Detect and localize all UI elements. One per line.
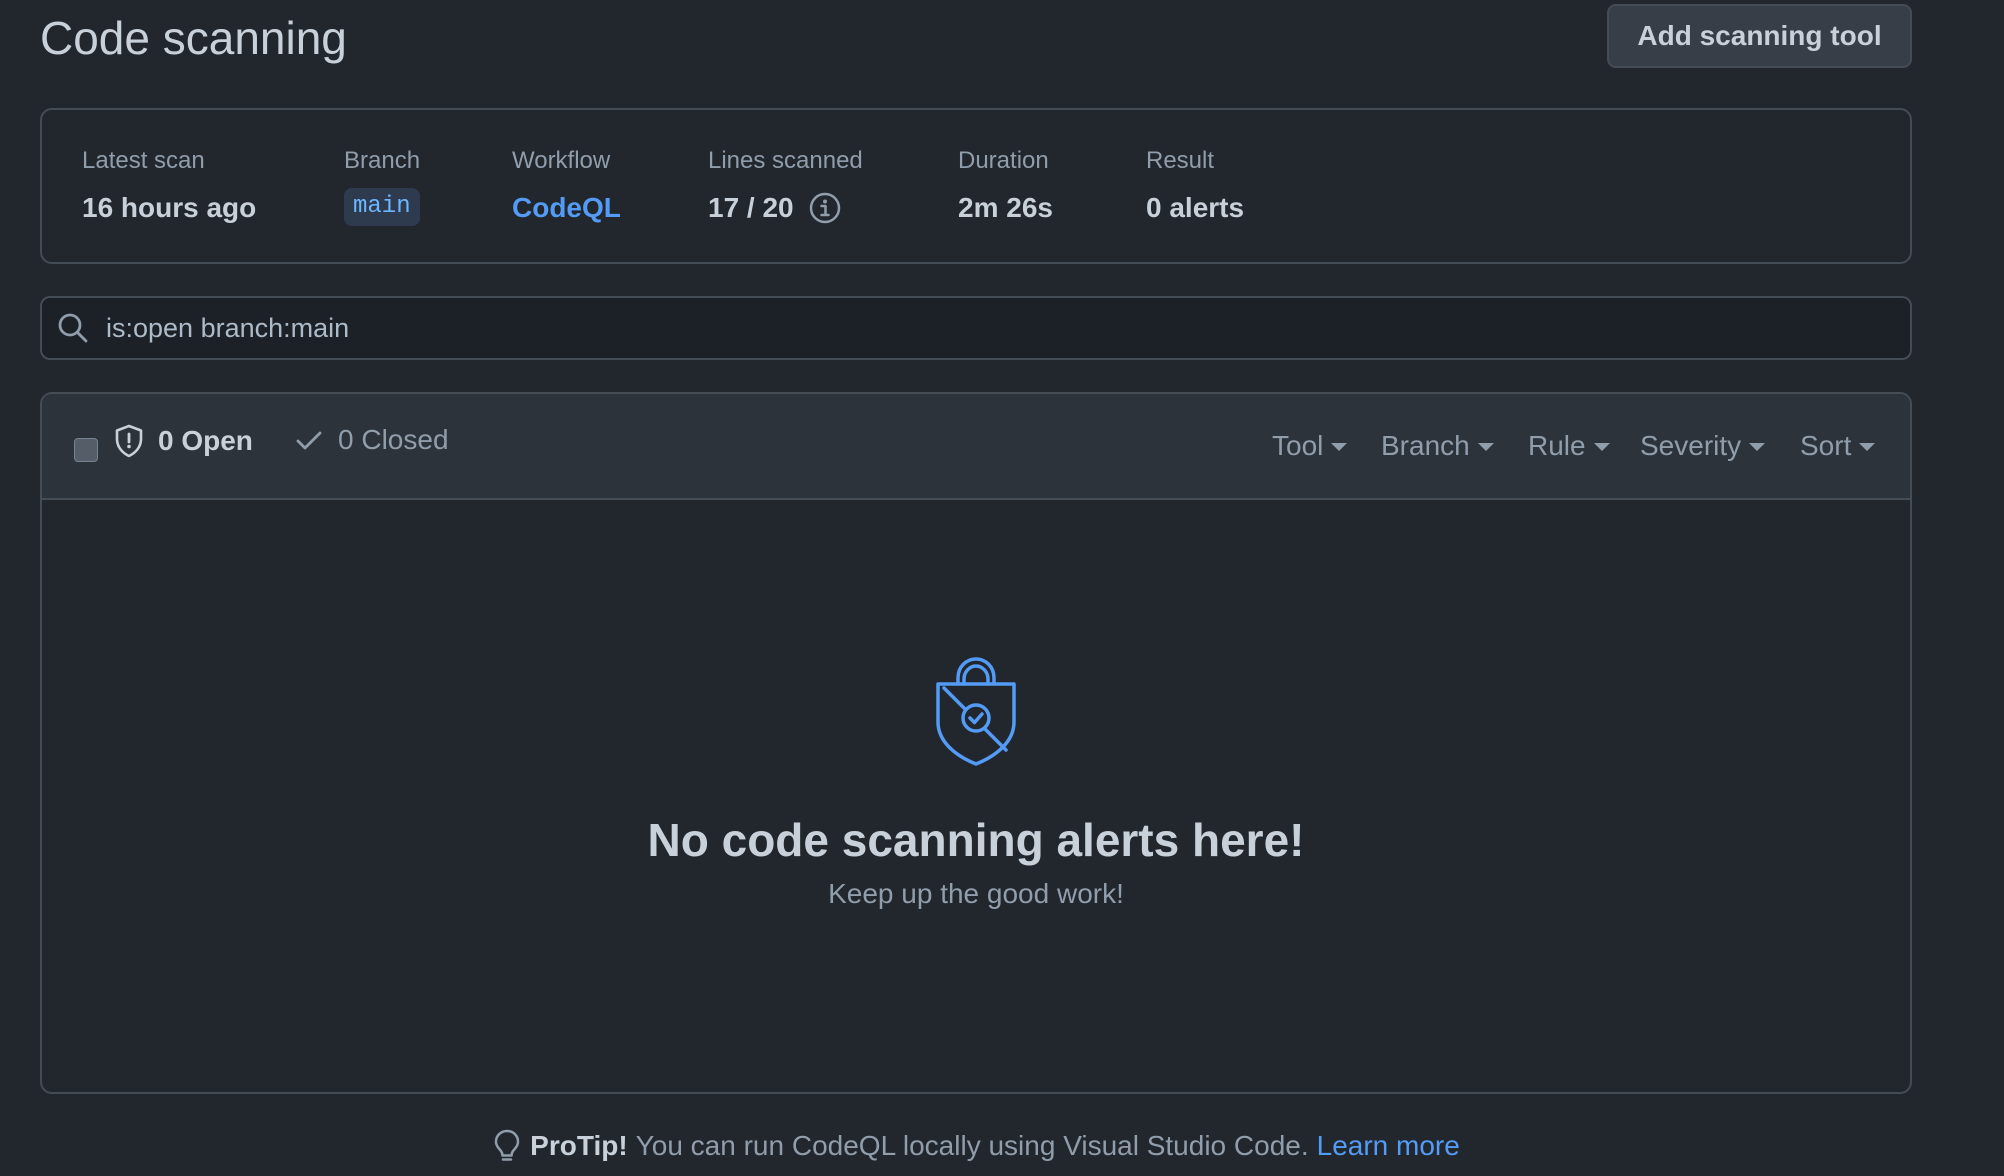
chevron-down-icon [1593, 443, 1610, 451]
info-icon[interactable] [808, 191, 842, 225]
filter-severity-label: Severity [1640, 430, 1742, 461]
lines-scanned-item: Lines scanned 17 / 20 [708, 146, 863, 226]
workflow-item: Workflow CodeQL [512, 146, 621, 226]
latest-scan-summary: Latest scan 16 hours ago Branch main Wor… [40, 108, 1912, 264]
branch-pill[interactable]: main [344, 188, 420, 226]
result-label: Result [1146, 147, 1215, 174]
latest-scan-value: 16 hours ago [82, 192, 257, 223]
select-all-checkbox[interactable] [74, 438, 98, 462]
lines-scanned-label: Lines scanned [708, 147, 863, 174]
protip-text: You can run CodeQL locally using Visual … [635, 1130, 1309, 1161]
chevron-down-icon [1749, 443, 1766, 451]
filter-tool[interactable]: Tool [1272, 426, 1348, 466]
chevron-down-icon [1331, 443, 1348, 451]
check-icon [296, 431, 322, 450]
chevron-down-icon [1477, 443, 1494, 451]
latest-scan-label: Latest scan [82, 147, 205, 174]
open-count-label: 0 Open [158, 425, 253, 456]
result-value: 0 alerts [1146, 192, 1245, 223]
empty-state-title: No code scanning alerts here! [647, 814, 1305, 866]
alert-search-box [40, 296, 1912, 360]
page-title: Code scanning [40, 12, 347, 64]
workflow-label: Workflow [512, 147, 611, 174]
duration-item: Duration 2m 26s [958, 146, 1053, 226]
filter-severity[interactable]: Severity [1640, 426, 1766, 466]
search-icon [56, 311, 90, 345]
branch-item: Branch main [344, 146, 420, 226]
empty-state: No code scanning alerts here! Keep up th… [42, 652, 1910, 912]
shield-check-icon [936, 657, 1016, 766]
tab-closed-alerts[interactable]: 0 Closed [294, 424, 449, 456]
add-scanning-tool-button[interactable]: Add scanning tool [1607, 4, 1912, 68]
branch-label: Branch [344, 147, 421, 174]
protip: ProTip! You can run CodeQL locally using… [0, 1128, 1952, 1164]
filter-sort-label: Sort [1800, 430, 1852, 461]
alerts-header: 0 Open 0 Closed Tool Branch Rule Severit… [42, 394, 1910, 500]
light-bulb-icon [494, 1129, 520, 1161]
filter-rule[interactable]: Rule [1528, 426, 1610, 466]
filter-branch-label: Branch [1381, 430, 1470, 461]
chevron-down-icon [1859, 443, 1876, 451]
protip-title: ProTip! [530, 1130, 628, 1161]
result-item: Result 0 alerts [1146, 146, 1244, 226]
alerts-panel: 0 Open 0 Closed Tool Branch Rule Severit… [40, 392, 1912, 1094]
shield-alert-icon [115, 424, 143, 458]
workflow-link[interactable]: CodeQL [512, 190, 621, 226]
lines-scanned-value: 17 / 20 [708, 192, 794, 223]
tab-open-alerts[interactable]: 0 Open [114, 424, 253, 458]
latest-scan-item: Latest scan 16 hours ago [82, 146, 256, 226]
code-scanning-page: Code scanning Add scanning tool Latest s… [0, 0, 2004, 1176]
filter-branch[interactable]: Branch [1381, 426, 1494, 466]
duration-label: Duration [958, 147, 1049, 174]
duration-value: 2m 26s [958, 192, 1053, 223]
filter-sort[interactable]: Sort [1800, 426, 1876, 466]
search-input[interactable] [90, 298, 1910, 358]
closed-count-label: 0 Closed [338, 424, 449, 455]
filter-rule-label: Rule [1528, 430, 1586, 461]
learn-more-link[interactable]: Learn more [1317, 1128, 1460, 1164]
filter-tool-label: Tool [1272, 430, 1324, 461]
empty-state-subtitle: Keep up the good work! [828, 878, 1124, 909]
